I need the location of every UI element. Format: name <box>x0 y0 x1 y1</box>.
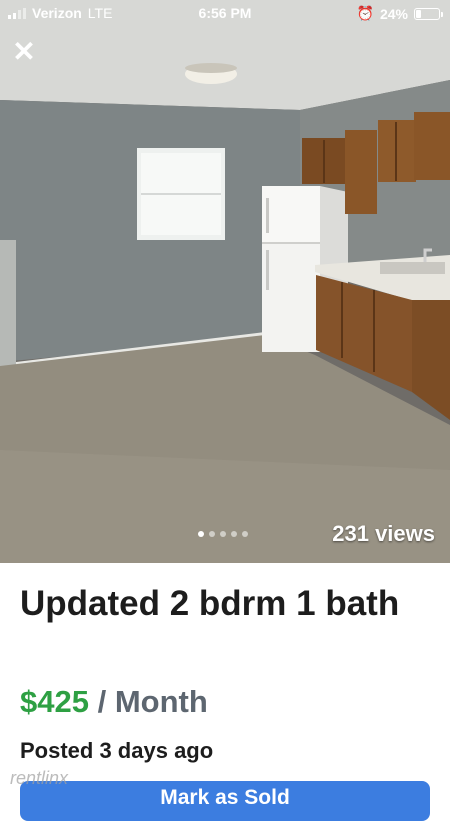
views-count: 231 views <box>332 521 435 546</box>
carrier-name: Verizon <box>32 5 82 21</box>
watermark: rentlinx <box>10 768 69 788</box>
listing-title: Updated 2 bdrm 1 bath <box>20 584 400 623</box>
network-type: LTE <box>87 5 113 21</box>
listing-price: $425 <box>20 684 89 719</box>
photo-pager-dot[interactable] <box>198 531 204 537</box>
kitchen-photo-image <box>0 0 450 563</box>
mark-as-sold-button[interactable]: Mark as Sold <box>20 781 430 821</box>
close-icon: ✕ <box>12 36 36 67</box>
battery-icon <box>414 7 443 20</box>
photo-pager-dot[interactable] <box>231 531 237 537</box>
battery-level-fill <box>416 9 421 18</box>
alarm-clock-icon: ⏰ <box>356 5 374 21</box>
posted-date: Posted 3 days ago <box>20 738 214 763</box>
photo-pager-dot[interactable] <box>220 531 226 537</box>
price-period: / Month <box>97 684 208 719</box>
signal-bars-icon <box>8 7 26 19</box>
photo-pager-dot[interactable] <box>209 531 215 537</box>
battery-percent: 24% <box>379 5 408 22</box>
status-bar: Verizon LTE 6:56 PM ⏰ 24% <box>0 0 450 26</box>
close-button[interactable]: ✕ <box>10 38 38 66</box>
photo-pager-dots[interactable] <box>198 531 248 537</box>
listing-photo[interactable] <box>0 0 450 563</box>
price-row: $425 / Month <box>20 684 208 720</box>
photo-pager-dot[interactable] <box>242 531 248 537</box>
